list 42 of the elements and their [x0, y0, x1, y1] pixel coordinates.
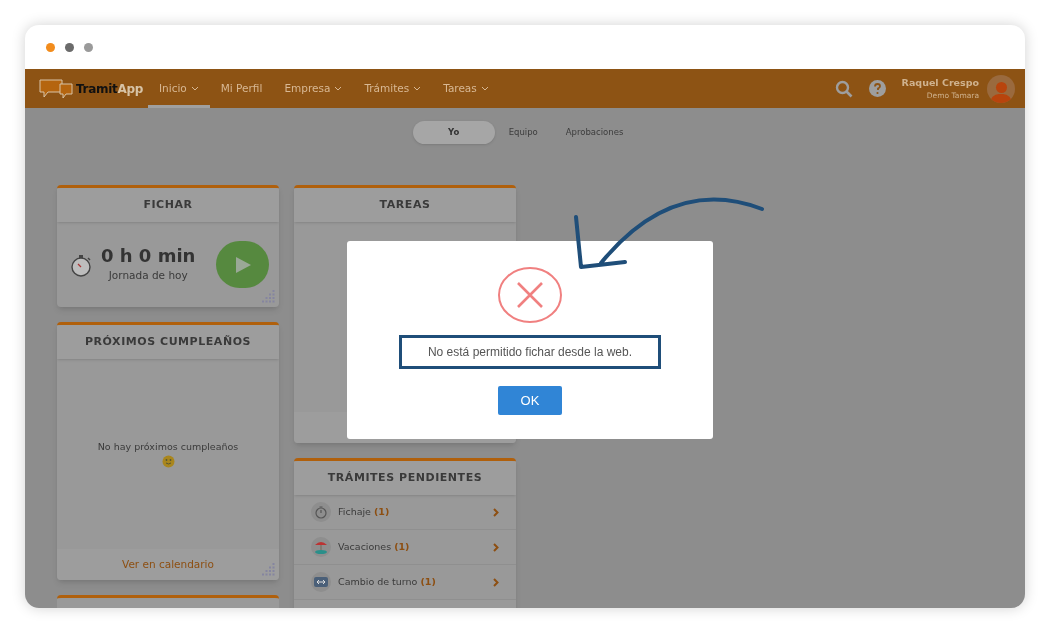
card-title: TAREAS: [379, 196, 431, 213]
clock-icon: [311, 502, 331, 522]
view-tab[interactable]: Equipo: [494, 121, 552, 144]
chevron-down-icon: [334, 86, 343, 91]
time-caption: Jornada de hoy: [108, 267, 188, 283]
pending-item[interactable]: Vacaciones (1): [294, 530, 516, 565]
search-icon[interactable]: [834, 79, 853, 98]
pending-item[interactable]: Fichaje (1): [294, 495, 516, 530]
nav-menu-item[interactable]: Trámites: [353, 69, 433, 108]
smiley-icon: [161, 455, 175, 469]
card-title: PRÓXIMOS CUMPLEAÑOS: [84, 333, 252, 350]
chevron-down-icon: [413, 86, 422, 91]
chevron-down-icon: [480, 86, 489, 91]
logo-text: TramitApp: [76, 80, 143, 98]
ok-button[interactable]: OK: [498, 386, 562, 415]
chevron-right-icon: [493, 577, 499, 587]
chat-bubbles-logo-icon: [38, 76, 76, 101]
chevron-down-icon: [190, 86, 199, 91]
calendar-link[interactable]: Ver en calendario: [122, 556, 214, 573]
view-tab[interactable]: Aprobaciones: [551, 121, 638, 144]
nav-menu-item[interactable]: Tareas: [432, 69, 500, 108]
dialog-message: No está permitido fichar desde la web.: [399, 335, 661, 369]
avatar-icon[interactable]: [987, 74, 1015, 103]
error-x-icon: [498, 267, 562, 323]
play-button[interactable]: [216, 241, 269, 288]
empty-message: No hay próximos cumpleaños: [97, 439, 239, 454]
chevron-right-icon: [493, 542, 499, 552]
chevron-right-icon: [493, 507, 499, 517]
worked-time: 0 h 0 min: [101, 245, 196, 268]
beach-icon: [311, 537, 331, 557]
pending-item[interactable]: Cambio de turno (1): [294, 565, 516, 600]
view-tab[interactable]: Yo: [412, 121, 495, 144]
card-title: TRÁMITES PENDIENTES: [327, 469, 483, 486]
play-icon: [233, 255, 252, 274]
swap-icon: [311, 572, 331, 592]
nav-menu-item[interactable]: Mi Perfil: [209, 69, 274, 108]
stopwatch-icon: [69, 252, 93, 277]
nav-menu-item[interactable]: Empresa: [273, 69, 354, 108]
user-name: Raquel Crespo: [901, 76, 979, 89]
resize-grip-icon: [262, 563, 276, 577]
card-title: FICHAR: [143, 196, 193, 213]
help-icon[interactable]: [868, 80, 886, 97]
